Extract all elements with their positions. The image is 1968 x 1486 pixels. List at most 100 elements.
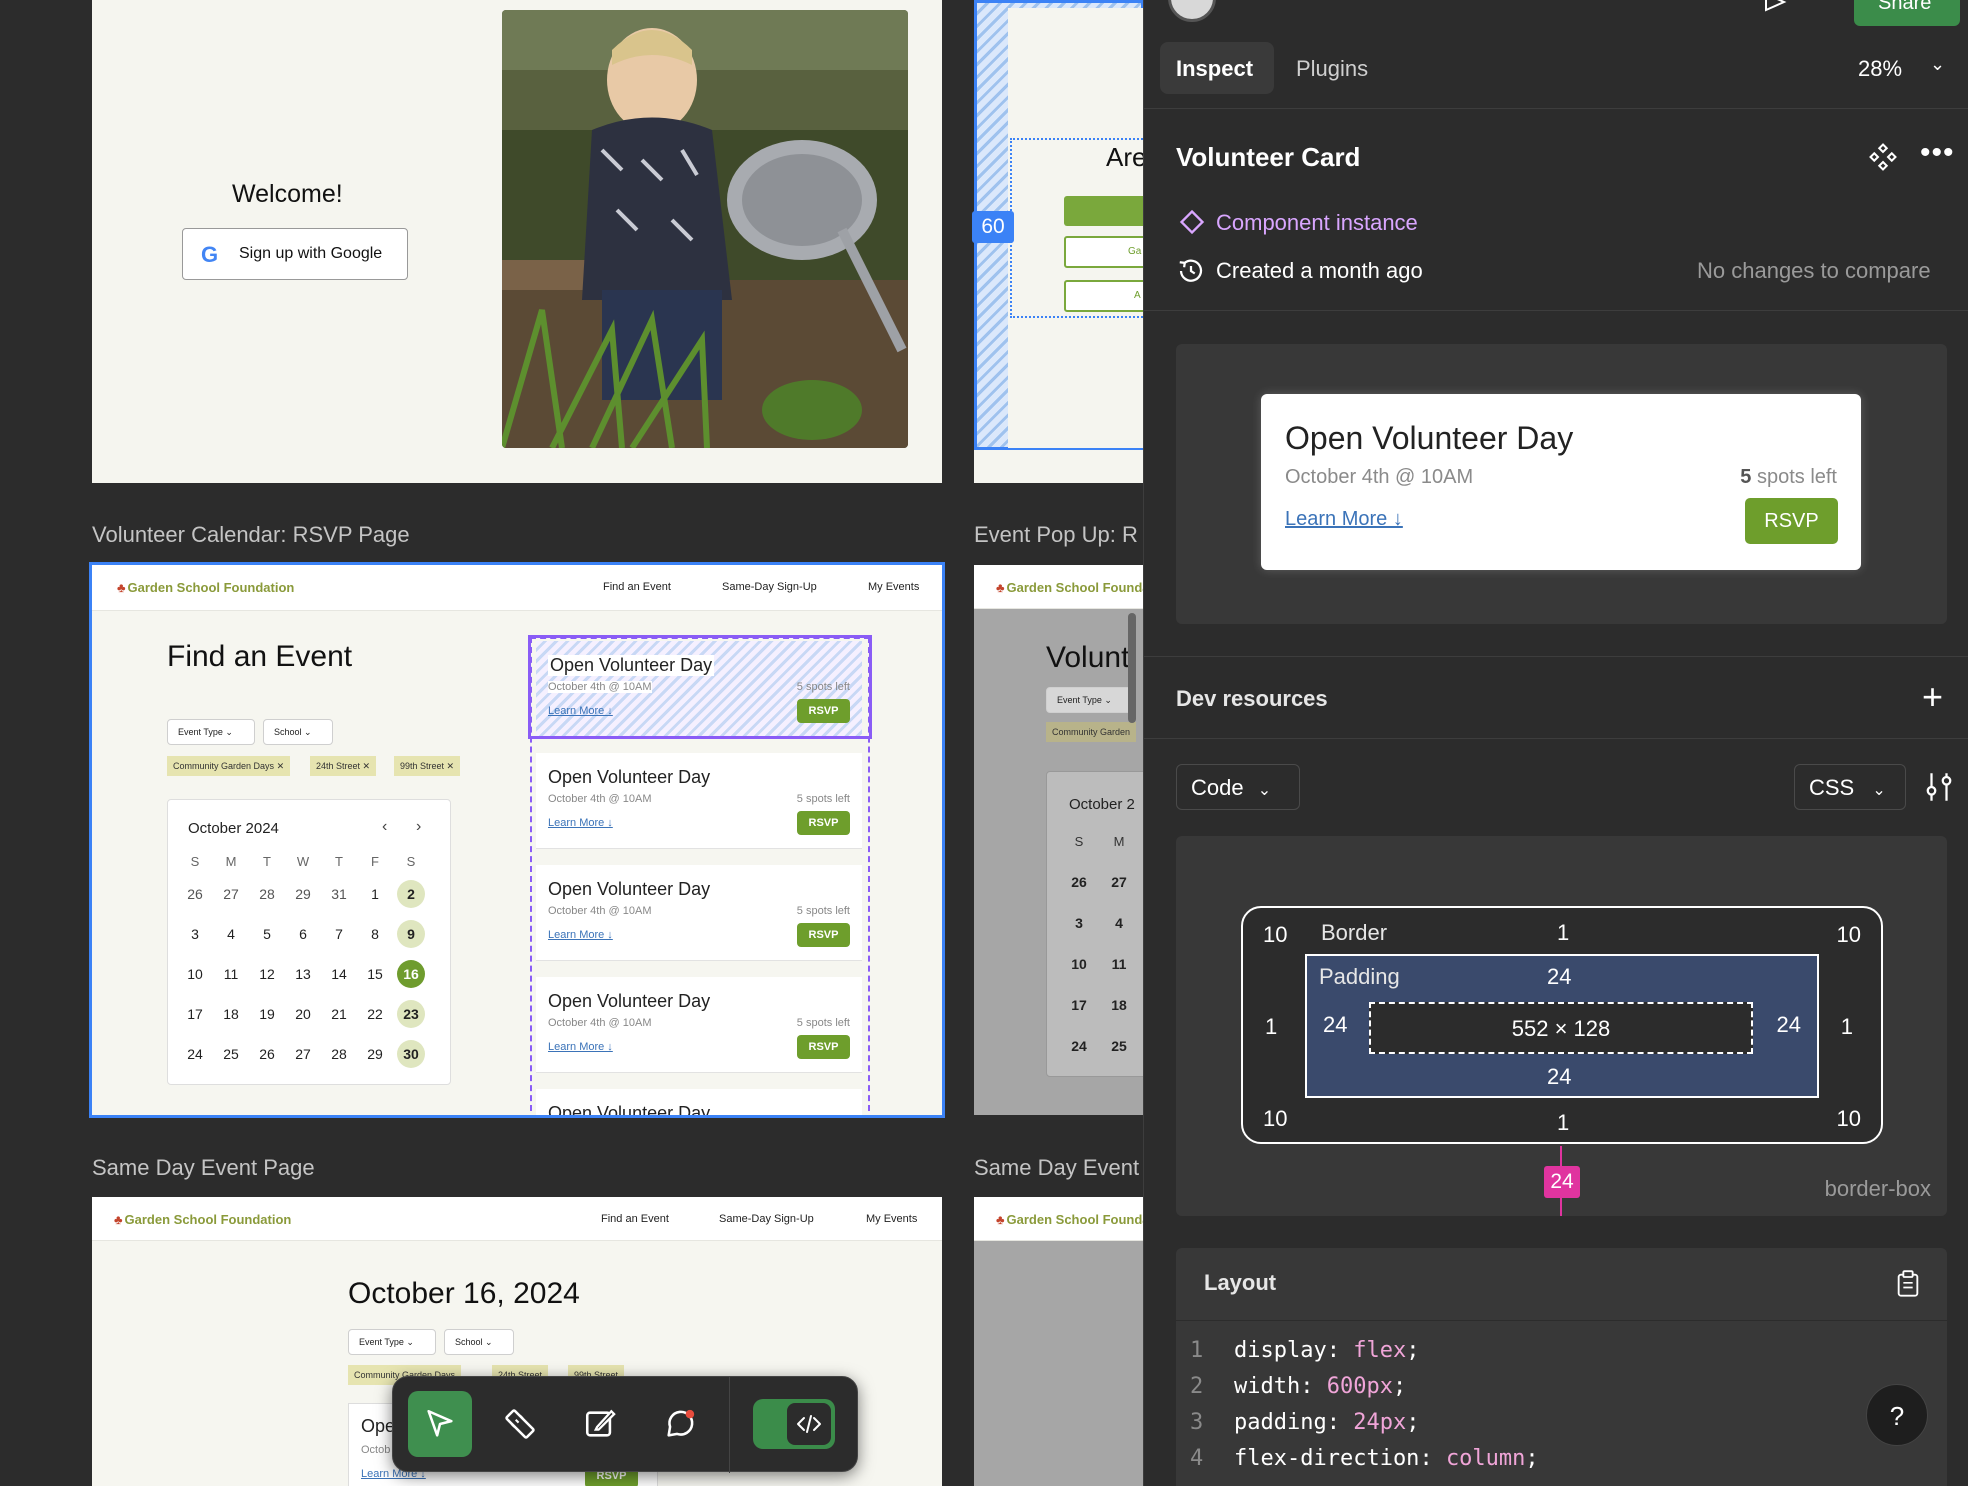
calendar-day[interactable]: 27 bbox=[1105, 868, 1133, 896]
calendar-day[interactable]: 11 bbox=[217, 960, 245, 988]
calendar-day[interactable]: 6 bbox=[289, 920, 317, 948]
calendar-day[interactable]: 29 bbox=[289, 880, 317, 908]
volunteer-card[interactable]: Open Volunteer Day October 4th @ 10AM 5 sp… bbox=[536, 753, 862, 849]
same-day-school-filter[interactable]: School ⌄ bbox=[444, 1329, 514, 1355]
rsvp-button[interactable]: RSVP bbox=[797, 1035, 850, 1059]
help-button[interactable]: ? bbox=[1866, 1384, 1928, 1446]
add-dev-resource-icon[interactable]: + bbox=[1922, 676, 1943, 718]
learn-more-link[interactable]: Learn More ↓ bbox=[548, 929, 613, 941]
calendar-day[interactable]: 2 bbox=[397, 880, 425, 908]
volunteer-card[interactable]: Open Volunteer Day October 4th @ 10AM 5 sp… bbox=[536, 977, 862, 1073]
calendar-day[interactable]: 20 bbox=[289, 1000, 317, 1028]
calendar-day[interactable]: 9 bbox=[397, 920, 425, 948]
comment-tool-button[interactable] bbox=[648, 1391, 712, 1457]
nav-same-day-signup[interactable]: Same-Day Sign-Up bbox=[719, 1213, 814, 1225]
popup-chip[interactable]: Community Garden bbox=[1046, 722, 1137, 742]
chevron-left-icon[interactable]: ‹ bbox=[382, 818, 387, 836]
rsvp-button[interactable]: RSVP bbox=[797, 699, 850, 723]
learn-more-link[interactable]: Learn More ↓ bbox=[548, 817, 613, 829]
calendar-day[interactable]: 11 bbox=[1105, 950, 1133, 978]
code-select[interactable]: Code ⌄ bbox=[1176, 764, 1300, 810]
frame-label-popup[interactable]: Event Pop Up: R bbox=[974, 522, 1138, 548]
calendar-day[interactable]: 17 bbox=[181, 1000, 209, 1028]
frame-label-same-day[interactable]: Same Day Event Page bbox=[92, 1155, 315, 1181]
component-icon[interactable] bbox=[1868, 142, 1898, 172]
rsvp-button[interactable]: RSVP bbox=[797, 923, 850, 947]
frame-label-same-day-2[interactable]: Same Day Event bbox=[974, 1155, 1139, 1181]
measure-tool-button[interactable] bbox=[488, 1391, 552, 1457]
tab-inspect[interactable]: Inspect bbox=[1160, 42, 1274, 94]
popup-event-type-filter[interactable]: Event Type ⌄ bbox=[1046, 687, 1134, 713]
nav-my-events[interactable]: My Events bbox=[868, 581, 919, 593]
calendar-day[interactable]: 4 bbox=[1105, 909, 1133, 937]
volunteer-card[interactable]: Open Volunteer Day bbox=[536, 1089, 862, 1115]
calendar-day[interactable]: 3 bbox=[1065, 909, 1093, 937]
calendar-day[interactable]: 25 bbox=[1105, 1032, 1133, 1060]
dev-mode-toggle[interactable] bbox=[753, 1399, 835, 1449]
more-options-icon[interactable]: ••• bbox=[1920, 136, 1955, 170]
calendar-day[interactable]: 18 bbox=[1105, 991, 1133, 1019]
event-type-filter[interactable]: Event Type ⌄ bbox=[167, 719, 255, 745]
calendar-day[interactable]: 15 bbox=[361, 960, 389, 988]
calendar-day[interactable]: 28 bbox=[325, 1040, 353, 1068]
calendar-day[interactable]: 24 bbox=[1065, 1032, 1093, 1060]
share-button[interactable]: Share bbox=[1854, 0, 1960, 26]
calendar-day[interactable]: 25 bbox=[217, 1040, 245, 1068]
learn-more-link[interactable]: Learn More ↓ bbox=[548, 1041, 613, 1053]
calendar-day[interactable]: 30 bbox=[397, 1040, 425, 1068]
calendar-day[interactable]: 17 bbox=[1065, 991, 1093, 1019]
volunteer-card[interactable]: Open Volunteer Day October 4th @ 10AM 5 sp… bbox=[536, 865, 862, 961]
calendar-day[interactable]: 8 bbox=[361, 920, 389, 948]
site-logo[interactable]: ♣ Garden School Foundation bbox=[117, 580, 294, 595]
nav-same-day-signup[interactable]: Same-Day Sign-Up bbox=[722, 581, 817, 593]
chip-24th-street[interactable]: 24th Street ✕ bbox=[310, 756, 377, 776]
frame-label-rsvp[interactable]: Volunteer Calendar: RSVP Page bbox=[92, 522, 410, 548]
tab-plugins[interactable]: Plugins bbox=[1296, 56, 1368, 82]
partial-outline-button-2[interactable]: A bbox=[1064, 280, 1143, 312]
calendar-day[interactable]: 5 bbox=[253, 920, 281, 948]
calendar-day[interactable]: 14 bbox=[325, 960, 353, 988]
component-instance-link[interactable]: Component instance bbox=[1216, 210, 1418, 236]
calendar-day[interactable]: 3 bbox=[181, 920, 209, 948]
nav-find-event[interactable]: Find an Event bbox=[601, 1213, 669, 1225]
calendar-day[interactable]: 12 bbox=[253, 960, 281, 988]
calendar-day[interactable]: 19 bbox=[253, 1000, 281, 1028]
rsvp-button[interactable]: RSVP bbox=[797, 811, 850, 835]
school-filter[interactable]: School ⌄ bbox=[263, 719, 333, 745]
learn-more-link[interactable]: Learn More ↓ bbox=[548, 705, 613, 717]
chip-community-garden[interactable]: Community Garden Days ✕ bbox=[167, 756, 291, 776]
calendar-day[interactable]: 23 bbox=[397, 1000, 425, 1028]
calendar-day[interactable]: 4 bbox=[217, 920, 245, 948]
partial-outline-button-1[interactable]: Ga bbox=[1064, 236, 1143, 268]
calendar-day[interactable]: 18 bbox=[217, 1000, 245, 1028]
scrollbar[interactable] bbox=[1128, 613, 1136, 723]
clipboard-icon[interactable] bbox=[1896, 1270, 1920, 1298]
calendar-day[interactable]: 1 bbox=[361, 880, 389, 908]
design-canvas[interactable]: Welcome! G Sign up with Google Are Ga A … bbox=[0, 0, 1143, 1486]
same-day-event-type-filter[interactable]: Event Type ⌄ bbox=[348, 1329, 436, 1355]
calendar-day[interactable]: 22 bbox=[361, 1000, 389, 1028]
language-select[interactable]: CSS ⌄ bbox=[1794, 764, 1906, 810]
chevron-right-icon[interactable]: › bbox=[416, 818, 421, 836]
calendar-day[interactable]: 28 bbox=[253, 880, 281, 908]
settings-sliders-icon[interactable] bbox=[1924, 770, 1954, 804]
calendar-day[interactable]: 21 bbox=[325, 1000, 353, 1028]
close-icon[interactable]: ✕ bbox=[447, 761, 455, 771]
calendar-day[interactable]: 13 bbox=[289, 960, 317, 988]
welcome-frame[interactable]: Welcome! G Sign up with Google bbox=[92, 0, 942, 483]
calendar-day[interactable]: 29 bbox=[361, 1040, 389, 1068]
partial-green-button[interactable] bbox=[1064, 196, 1143, 226]
nav-my-events[interactable]: My Events bbox=[866, 1213, 917, 1225]
popup-page-frame[interactable]: ♣Garden School Foundation Volunt Event T… bbox=[974, 565, 1143, 1115]
play-icon[interactable] bbox=[1760, 0, 1790, 12]
volunteer-card[interactable]: Open Volunteer Day October 4th @ 10AM 5 sp… bbox=[536, 641, 862, 737]
rsvp-page-frame[interactable]: ♣ Garden School Foundation Find an Event … bbox=[89, 562, 945, 1118]
chip-99th-street[interactable]: 99th Street ✕ bbox=[394, 756, 461, 776]
nav-find-event[interactable]: Find an Event bbox=[603, 581, 671, 593]
avatar[interactable] bbox=[1168, 0, 1216, 22]
close-icon[interactable]: ✕ bbox=[363, 761, 371, 771]
calendar-day[interactable]: 26 bbox=[253, 1040, 281, 1068]
same-day-site-logo[interactable]: ♣ Garden School Foundation bbox=[114, 1212, 291, 1227]
calendar-day[interactable]: 27 bbox=[217, 880, 245, 908]
calendar-day[interactable]: 10 bbox=[1065, 950, 1093, 978]
